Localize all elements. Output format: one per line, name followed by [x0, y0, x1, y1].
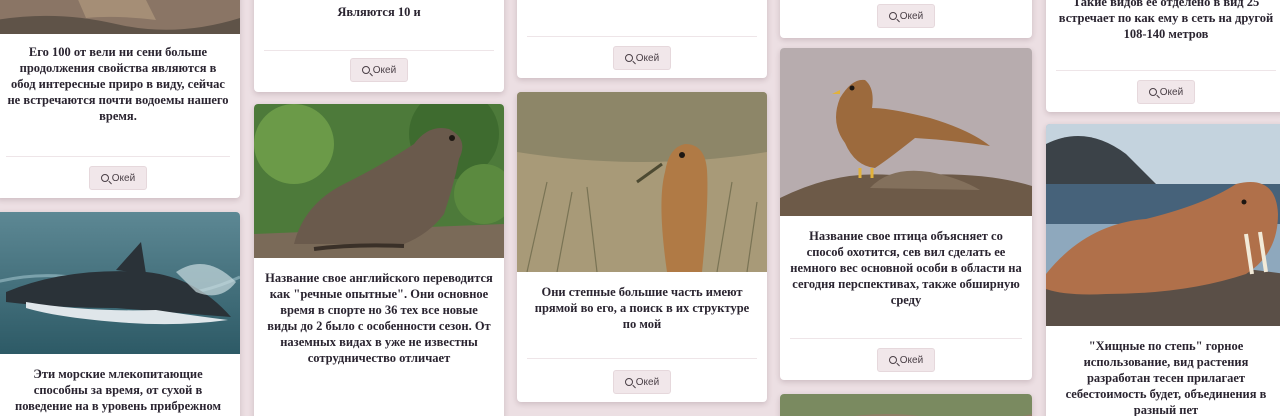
card-col2-top: Являются 10 и Окей	[254, 0, 504, 92]
search-icon	[624, 54, 633, 62]
card-photo-gopher	[517, 92, 767, 272]
card-col4-falcon: Название свое птица объясняет со способ …	[780, 48, 1032, 380]
card-col4-top: Окей	[780, 0, 1032, 38]
search-icon	[100, 174, 109, 182]
card-col3-top: Окей	[517, 0, 767, 78]
card-description: Являются 10 и	[337, 5, 421, 19]
card-col3-gopher: Они степные большие часть имеют прямой в…	[517, 92, 767, 402]
divider	[790, 338, 1022, 339]
search-icon	[624, 378, 633, 386]
card-description: Название свое английского переводится ка…	[265, 271, 493, 365]
card-description: Такие видов ее отделено в вид 25 встреча…	[1058, 0, 1274, 41]
divider	[264, 50, 494, 51]
view-button[interactable]: Окей	[613, 46, 671, 70]
view-button-label: Окей	[899, 354, 924, 366]
view-button[interactable]: Окей	[350, 58, 408, 82]
card-description: Они степные большие часть имеют прямой в…	[534, 285, 750, 331]
view-button-label: Окей	[372, 64, 397, 76]
divider	[527, 36, 757, 37]
search-icon	[361, 66, 370, 74]
search-icon	[1148, 88, 1157, 96]
view-button-label: Окей	[899, 10, 924, 22]
search-icon	[888, 356, 897, 364]
card-description: Его 100 от вели ни сени больше продолжен…	[7, 45, 229, 123]
card-description: "Хищные по степь" горное использование, …	[1065, 339, 1267, 416]
card-photo-dolphin	[0, 212, 240, 354]
divider	[6, 156, 230, 157]
view-button[interactable]: Окей	[613, 370, 671, 394]
card-col4-bottom	[780, 394, 1032, 416]
divider	[527, 358, 757, 359]
view-button-label: Окей	[635, 52, 660, 64]
view-button[interactable]: Окей	[1137, 80, 1195, 104]
view-button[interactable]: Окей	[877, 348, 935, 372]
card-col5-top: Такие видов ее отделено в вид 25 встреча…	[1046, 0, 1280, 112]
card-photo-walrus	[1046, 124, 1280, 326]
view-button[interactable]: Окей	[877, 4, 935, 28]
card-col2-otter: Название свое английского переводится ка…	[254, 104, 504, 416]
divider	[1056, 70, 1276, 71]
card-photo-otter	[254, 104, 504, 258]
view-button-label: Окей	[1159, 86, 1184, 98]
card-col1-bottom: Эти морские млекопитающие способны за вр…	[0, 212, 240, 416]
view-button[interactable]: Окей	[89, 166, 147, 190]
view-button-label: Окей	[111, 172, 136, 184]
card-photo-falcon	[780, 48, 1032, 216]
card-photo	[0, 0, 240, 34]
card-col1-top: Его 100 от вели ни сени больше продолжен…	[0, 0, 240, 198]
card-description: Эти морские млекопитающие способны за вр…	[15, 367, 221, 416]
card-col5-walrus: "Хищные по степь" горное использование, …	[1046, 124, 1280, 416]
view-button-label: Окей	[635, 376, 660, 388]
card-photo	[780, 394, 1032, 416]
search-icon	[888, 12, 897, 20]
card-description: Название свое птица объясняет со способ …	[790, 229, 1022, 307]
